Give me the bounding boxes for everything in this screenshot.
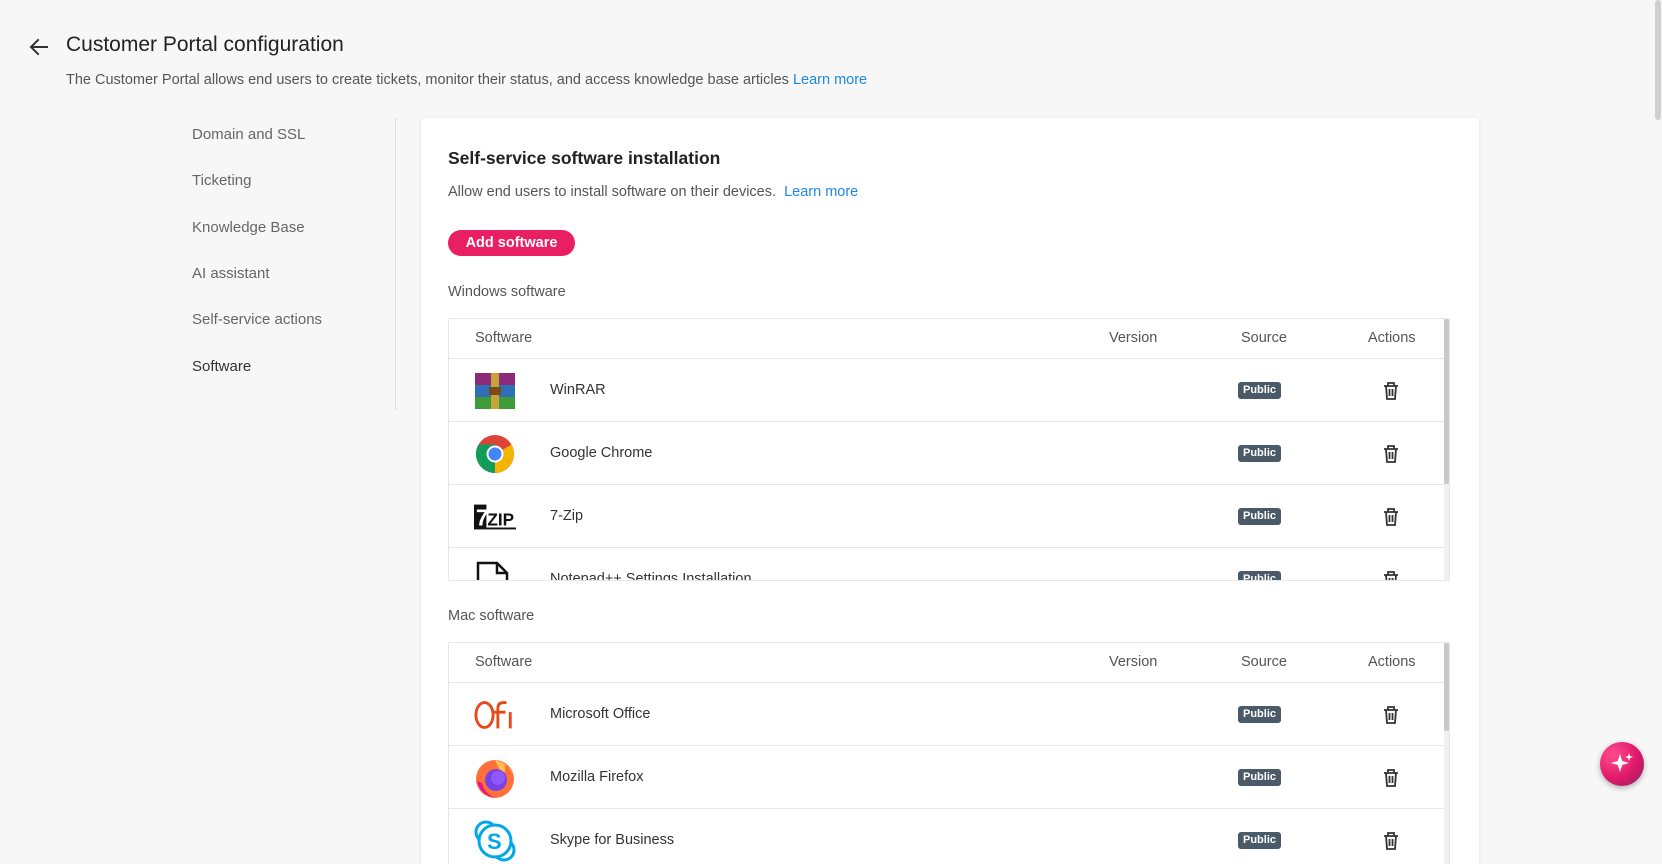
software-name: 7-Zip — [550, 508, 584, 524]
trash-icon[interactable] — [1382, 831, 1400, 851]
firefox-icon — [474, 757, 516, 799]
column-header-software: Software — [475, 654, 533, 670]
table-row[interactable]: Notepad++ Settings Installation Public — [449, 548, 1446, 581]
table-header: Software Version Source Actions — [449, 319, 1446, 359]
software-name: Notepad++ Settings Installation — [550, 571, 752, 581]
trash-icon[interactable] — [1382, 507, 1400, 527]
svg-text:ZIP: ZIP — [487, 510, 514, 530]
software-name: Google Chrome — [550, 445, 653, 461]
page-scrollbar[interactable] — [1654, 0, 1662, 864]
svg-text:S: S — [487, 829, 502, 854]
source-badge: Public — [1238, 769, 1282, 786]
source-badge: Public — [1238, 382, 1282, 399]
sidebar-item-domain-ssl[interactable]: Domain and SSL — [192, 126, 305, 143]
mac-table-scroll-thumb[interactable] — [1444, 643, 1449, 731]
software-name: WinRAR — [550, 382, 606, 398]
table-row[interactable]: S Skype for Business Public — [449, 809, 1446, 864]
page-description: The Customer Portal allows end users to … — [66, 72, 867, 88]
settings-sidebar: Domain and SSL Ticketing Knowledge Base … — [172, 118, 396, 410]
source-badge: Public — [1238, 445, 1282, 462]
sidebar-item-knowledge-base[interactable]: Knowledge Base — [192, 219, 305, 236]
windows-table-scroll-thumb[interactable] — [1444, 319, 1449, 484]
trash-icon[interactable] — [1382, 768, 1400, 788]
source-badge: Public — [1238, 706, 1282, 723]
section-title: Self-service software installation — [448, 148, 721, 168]
windows-software-table: Software Version Source Actions WinRAR P… — [448, 318, 1450, 581]
sidebar-item-self-service-actions[interactable]: Self-service actions — [192, 311, 322, 328]
column-header-software: Software — [475, 330, 533, 346]
column-header-actions: Actions — [1368, 330, 1416, 346]
column-header-version: Version — [1109, 330, 1158, 346]
windows-table-scrollbar[interactable] — [1444, 319, 1449, 580]
source-badge: Public — [1238, 508, 1282, 525]
header-learn-more-link[interactable]: Learn more — [793, 72, 867, 88]
column-header-version: Version — [1109, 654, 1158, 670]
mac-table-scrollbar[interactable] — [1444, 643, 1449, 864]
software-name: Mozilla Firefox — [550, 769, 644, 785]
sidebar-item-ticketing[interactable]: Ticketing — [192, 172, 251, 189]
winrar-icon — [474, 370, 516, 412]
source-badge: Public — [1238, 832, 1282, 849]
ai-assistant-button[interactable] — [1600, 742, 1644, 786]
skype-icon: S — [474, 820, 516, 862]
table-row[interactable]: Google Chrome Public — [449, 422, 1446, 485]
trash-icon[interactable] — [1382, 381, 1400, 401]
column-header-actions: Actions — [1368, 654, 1416, 670]
page-scroll-thumb[interactable] — [1655, 0, 1661, 120]
sparkle-icon — [1611, 753, 1633, 772]
arrow-left-icon — [29, 38, 48, 56]
section-learn-more-link[interactable]: Learn more — [784, 184, 858, 200]
sidebar-item-software[interactable]: Software — [192, 358, 251, 375]
mac-software-table: Software Version Source Actions Microsof… — [448, 642, 1450, 864]
chrome-icon — [474, 433, 516, 475]
table-row[interactable]: WinRAR Public — [449, 359, 1446, 422]
back-button[interactable] — [26, 34, 52, 60]
column-header-source: Source — [1241, 654, 1287, 670]
table-row[interactable]: Mozilla Firefox Public — [449, 746, 1446, 809]
trash-icon[interactable] — [1382, 444, 1400, 464]
software-name: Microsoft Office — [550, 706, 651, 722]
page-description-text: The Customer Portal allows end users to … — [66, 72, 789, 88]
software-name: Skype for Business — [550, 832, 675, 848]
sidebar-item-ai-assistant[interactable]: AI assistant — [192, 265, 270, 282]
column-header-source: Source — [1241, 330, 1287, 346]
mac-software-label: Mac software — [448, 608, 535, 624]
table-row[interactable]: 7 ZIP 7-Zip Public — [449, 485, 1446, 548]
section-description: Allow end users to install software on t… — [448, 184, 858, 200]
file-icon — [474, 559, 516, 580]
software-card: Self-service software installation Allow… — [421, 118, 1479, 864]
office-icon — [474, 694, 516, 736]
trash-icon[interactable] — [1382, 570, 1400, 581]
add-software-button[interactable]: Add software — [448, 230, 575, 256]
trash-icon[interactable] — [1382, 705, 1400, 725]
section-description-text: Allow end users to install software on t… — [448, 184, 777, 200]
page-title: Customer Portal configuration — [66, 33, 344, 56]
table-header: Software Version Source Actions — [449, 643, 1446, 683]
windows-software-label: Windows software — [448, 284, 566, 300]
7zip-icon: 7 ZIP — [474, 496, 516, 538]
table-row[interactable]: Microsoft Office Public — [449, 683, 1446, 746]
source-badge: Public — [1238, 571, 1282, 580]
